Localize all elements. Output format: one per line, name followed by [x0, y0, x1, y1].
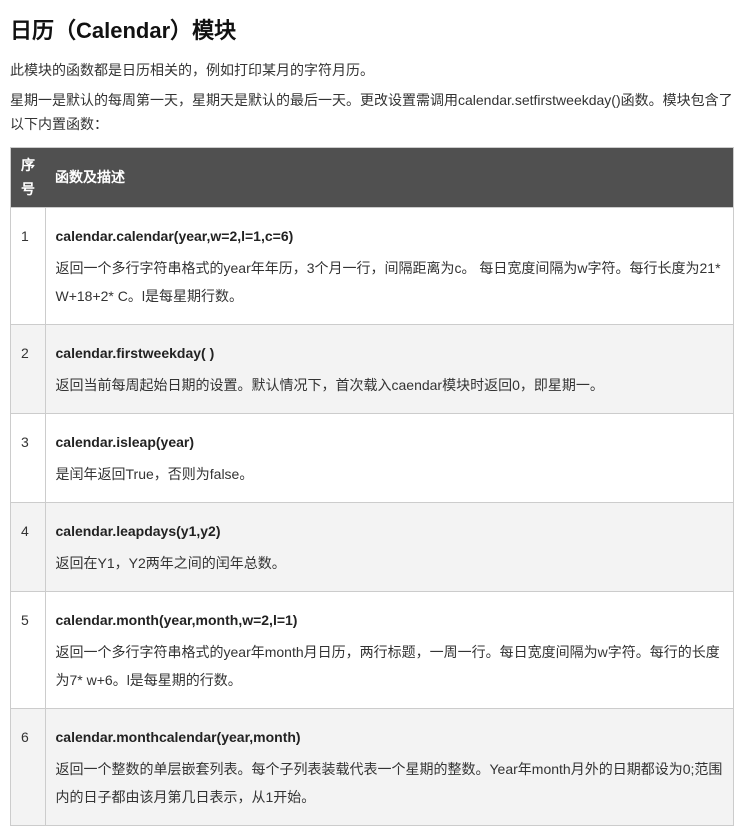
intro-line: 星期一是默认的每周第一天，星期天是默认的最后一天。更改设置需调用calendar… [10, 89, 734, 137]
col-header-number: 序号 [11, 147, 46, 208]
table-row: 3 calendar.isleap(year) 是闰年返回True，否则为fal… [11, 414, 734, 503]
table-row: 5 calendar.month(year,month,w=2,l=1) 返回一… [11, 592, 734, 709]
row-content: calendar.month(year,month,w=2,l=1) 返回一个多… [45, 592, 734, 709]
row-number: 5 [11, 592, 46, 709]
functions-table: 序号 函数及描述 1 calendar.calendar(year,w=2,l=… [10, 147, 734, 826]
row-content: calendar.monthcalendar(year,month) 返回一个整… [45, 709, 734, 826]
table-row: 1 calendar.calendar(year,w=2,l=1,c=6) 返回… [11, 208, 734, 325]
function-description: 返回在Y1，Y2两年之间的闰年总数。 [56, 549, 724, 577]
row-number: 3 [11, 414, 46, 503]
function-description: 返回一个多行字符串格式的year年年历，3个月一行，间隔距离为c。 每日宽度间隔… [56, 254, 724, 310]
table-header-row: 序号 函数及描述 [11, 147, 734, 208]
row-content: calendar.firstweekday( ) 返回当前每周起始日期的设置。默… [45, 325, 734, 414]
col-header-desc: 函数及描述 [45, 147, 734, 208]
function-signature: calendar.month(year,month,w=2,l=1) [56, 606, 724, 634]
function-signature: calendar.leapdays(y1,y2) [56, 517, 724, 545]
row-number: 1 [11, 208, 46, 325]
row-number: 2 [11, 325, 46, 414]
table-row: 2 calendar.firstweekday( ) 返回当前每周起始日期的设置… [11, 325, 734, 414]
function-description: 返回一个整数的单层嵌套列表。每个子列表装载代表一个星期的整数。Year年mont… [56, 755, 724, 811]
page-title: 日历（Calendar）模块 [10, 12, 734, 49]
intro-line: 此模块的函数都是日历相关的，例如打印某月的字符月历。 [10, 59, 734, 83]
row-content: calendar.isleap(year) 是闰年返回True，否则为false… [45, 414, 734, 503]
function-description: 返回当前每周起始日期的设置。默认情况下，首次载入caendar模块时返回0，即星… [56, 371, 724, 399]
intro-block: 此模块的函数都是日历相关的，例如打印某月的字符月历。 星期一是默认的每周第一天，… [10, 59, 734, 136]
row-content: calendar.leapdays(y1,y2) 返回在Y1，Y2两年之间的闰年… [45, 503, 734, 592]
function-signature: calendar.calendar(year,w=2,l=1,c=6) [56, 222, 724, 250]
function-description: 返回一个多行字符串格式的year年month月日历，两行标题，一周一行。每日宽度… [56, 638, 724, 694]
row-number: 6 [11, 709, 46, 826]
table-row: 4 calendar.leapdays(y1,y2) 返回在Y1，Y2两年之间的… [11, 503, 734, 592]
row-number: 4 [11, 503, 46, 592]
function-signature: calendar.isleap(year) [56, 428, 724, 456]
table-row: 6 calendar.monthcalendar(year,month) 返回一… [11, 709, 734, 826]
row-content: calendar.calendar(year,w=2,l=1,c=6) 返回一个… [45, 208, 734, 325]
function-description: 是闰年返回True，否则为false。 [56, 460, 724, 488]
function-signature: calendar.firstweekday( ) [56, 339, 724, 367]
function-signature: calendar.monthcalendar(year,month) [56, 723, 724, 751]
